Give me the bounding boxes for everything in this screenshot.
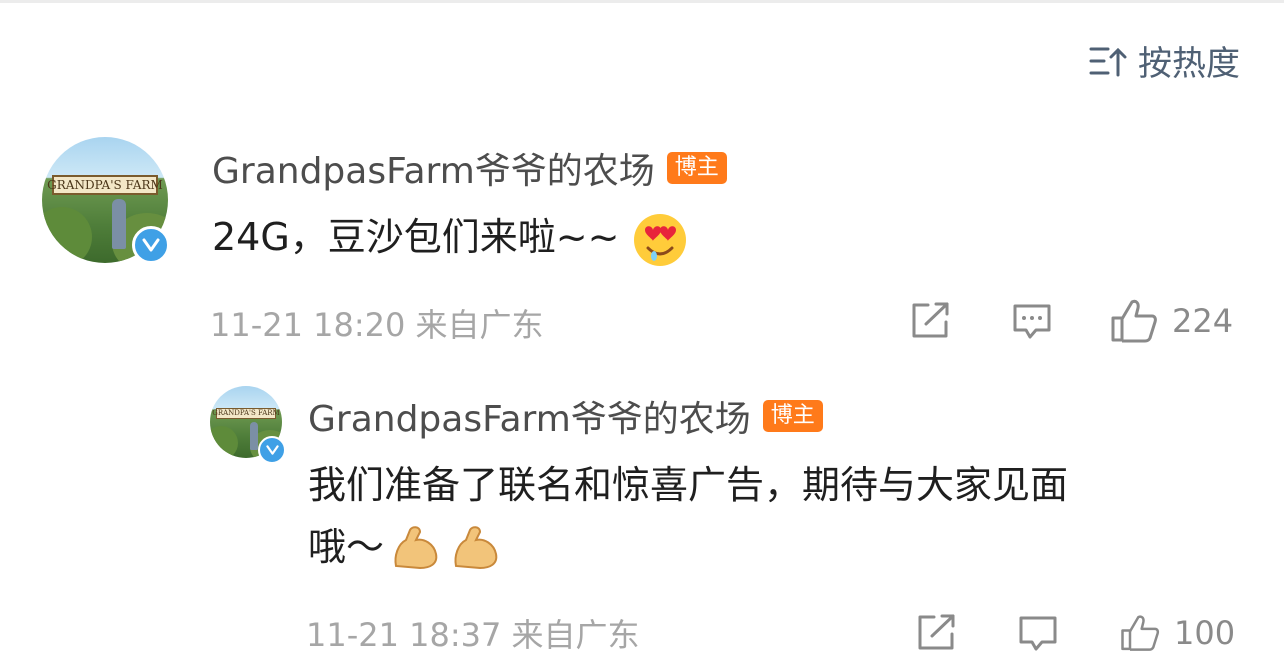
heart-eyes-emoji [633,213,686,266]
like-button[interactable]: 224 [1110,298,1233,344]
sort-icon [1089,47,1127,76]
top-divider [0,0,1284,3]
reply-button[interactable] [1018,614,1058,654]
repost-button[interactable] [910,300,952,340]
thumbs-up-icon [1121,615,1160,651]
comment-author-row: GrandpasFarm爷爷的农场 博主 [212,142,727,194]
sort-label: 按热度 [1138,44,1240,84]
comment-body-line2-row: 哦～ [308,516,1248,578]
flexed-biceps-emoji [454,526,498,570]
like-count: 100 [1174,614,1236,652]
author-name[interactable]: GrandpasFarm爷爷的农场 [308,390,751,442]
author-tag-badge: 博主 [666,152,727,184]
comment-meta: 11-21 18:20 来自广东 [210,306,544,344]
thumbs-up-icon [1111,299,1157,343]
comment-author-row: GrandpasFarm爷爷的农场 博主 [308,390,823,442]
avatar-logo-text: GRANDPA'S FARM [212,407,280,420]
author-name[interactable]: GrandpasFarm爷爷的农场 [212,142,655,194]
author-tag-badge: 博主 [762,400,823,432]
share-icon [912,302,949,338]
comment-icon [1013,304,1051,339]
comment-text: 我们准备了联名和惊喜广告，期待与大家见面 哦～ [308,454,1248,578]
sort-by-hot-button[interactable]: 按热度 [1088,36,1240,85]
avatar-logo-text: GRANDPA'S FARM [47,174,163,195]
like-count: 224 [1172,302,1234,340]
repost-button[interactable] [916,612,958,652]
reply-button[interactable] [1012,302,1052,342]
verified-badge-icon [258,436,286,464]
share-icon [918,614,955,650]
comment-text: 24G，豆沙包们来啦~~ [212,206,688,268]
like-button[interactable]: 100 [1120,610,1235,656]
flexed-biceps-emoji [394,526,438,570]
comment-meta: 11-21 18:37 来自广东 [306,616,640,654]
comment-body: 24G，豆沙包们来啦~~ [212,215,620,259]
comment-body-line1: 我们准备了联名和惊喜广告，期待与大家见面 [308,463,1069,507]
verified-badge-icon [132,226,170,264]
comment-icon [1019,616,1057,651]
comment-body-line2: 哦～ [308,525,385,569]
